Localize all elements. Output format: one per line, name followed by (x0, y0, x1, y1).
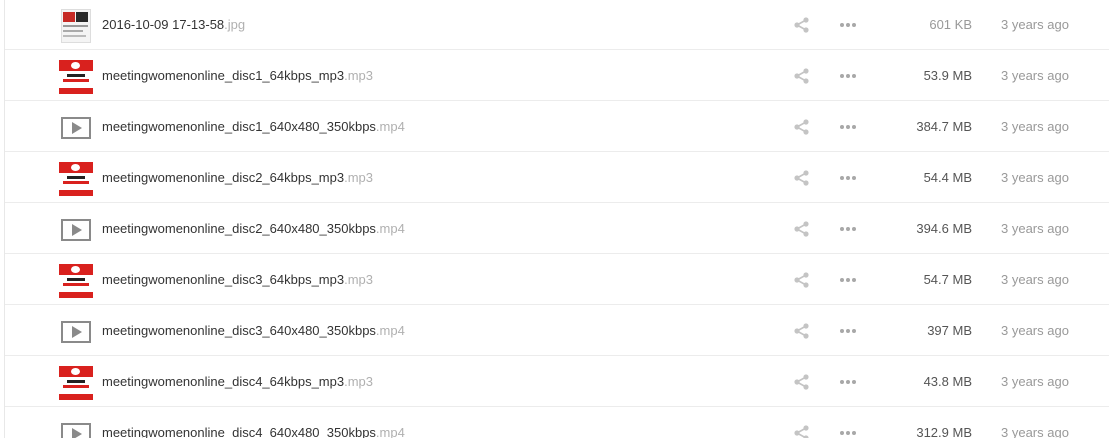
file-modified-time: 3 years ago (1001, 272, 1069, 287)
file-name: meetingwomenonline_disc1_640x480_350kbps (102, 119, 376, 134)
video-play-icon[interactable] (59, 315, 93, 349)
file-name-link[interactable]: meetingwomenonline_disc4_640x480_350kbps… (102, 408, 405, 438)
audio-cover-thumbnail[interactable] (59, 366, 93, 400)
more-options-icon[interactable] (838, 273, 858, 287)
more-options-icon[interactable] (838, 222, 858, 236)
file-name-link[interactable]: 2016-10-09 17-13-58.jpg (102, 0, 245, 50)
file-name-link[interactable]: meetingwomenonline_disc2_640x480_350kbps… (102, 204, 405, 254)
audio-cover-thumbnail[interactable] (59, 162, 93, 196)
file-row[interactable]: meetingwomenonline_disc4_640x480_350kbps… (5, 408, 1109, 438)
file-extension: .jpg (224, 17, 246, 32)
file-size: 394.6 MB (916, 221, 972, 236)
file-row[interactable]: meetingwomenonline_disc1_64kbps_mp3.mp3 5… (5, 51, 1109, 101)
video-play-icon[interactable] (59, 213, 93, 247)
file-row[interactable]: meetingwomenonline_disc1_640x480_350kbps… (5, 102, 1109, 152)
file-name: 2016-10-09 17-13-58 (102, 17, 225, 32)
audio-cover-thumbnail[interactable] (59, 60, 93, 94)
share-icon[interactable] (793, 119, 811, 135)
file-extension: .mp4 (375, 221, 405, 236)
file-size: 43.8 MB (923, 374, 972, 389)
file-extension: .mp4 (375, 323, 405, 338)
image-thumbnail[interactable] (59, 9, 93, 43)
audio-cover-thumbnail[interactable] (59, 264, 93, 298)
file-name-link[interactable]: meetingwomenonline_disc4_64kbps_mp3.mp3 (102, 357, 373, 407)
file-modified-time: 3 years ago (1001, 425, 1069, 438)
file-modified-time: 3 years ago (1001, 119, 1069, 134)
file-extension: .mp4 (375, 119, 405, 134)
file-size: 54.4 MB (923, 170, 972, 185)
file-modified-time: 3 years ago (1001, 170, 1069, 185)
file-name: meetingwomenonline_disc4_640x480_350kbps (102, 425, 376, 438)
file-extension: .mp3 (344, 68, 374, 83)
more-options-icon[interactable] (838, 18, 858, 32)
share-icon[interactable] (793, 425, 811, 438)
share-icon[interactable] (793, 170, 811, 186)
share-icon[interactable] (793, 374, 811, 390)
share-icon[interactable] (793, 221, 811, 237)
file-size: 384.7 MB (916, 119, 972, 134)
file-size: 312.9 MB (916, 425, 972, 438)
video-play-icon[interactable] (59, 111, 93, 145)
file-extension: .mp3 (344, 272, 374, 287)
video-play-icon[interactable] (59, 417, 93, 438)
file-list: 2016-10-09 17-13-58.jpg 601 KB 3 years ago… (4, 0, 1109, 438)
share-icon[interactable] (793, 323, 811, 339)
more-options-icon[interactable] (838, 375, 858, 389)
file-modified-time: 3 years ago (1001, 221, 1069, 236)
file-row[interactable]: meetingwomenonline_disc3_640x480_350kbps… (5, 306, 1109, 356)
file-row[interactable]: meetingwomenonline_disc2_64kbps_mp3.mp3 5… (5, 153, 1109, 203)
file-name-link[interactable]: meetingwomenonline_disc1_64kbps_mp3.mp3 (102, 51, 373, 101)
file-row[interactable]: meetingwomenonline_disc3_64kbps_mp3.mp3 5… (5, 255, 1109, 305)
file-row[interactable]: 2016-10-09 17-13-58.jpg 601 KB 3 years ago (5, 0, 1109, 50)
file-extension: .mp3 (344, 374, 374, 389)
file-size: 601 KB (929, 17, 972, 32)
file-extension: .mp3 (344, 170, 374, 185)
file-size: 397 MB (927, 323, 972, 338)
file-name: meetingwomenonline_disc2_640x480_350kbps (102, 221, 376, 236)
more-options-icon[interactable] (838, 324, 858, 338)
file-row[interactable]: meetingwomenonline_disc4_64kbps_mp3.mp3 4… (5, 357, 1109, 407)
file-name-link[interactable]: meetingwomenonline_disc3_64kbps_mp3.mp3 (102, 255, 373, 305)
file-size: 54.7 MB (923, 272, 972, 287)
file-name-link[interactable]: meetingwomenonline_disc1_640x480_350kbps… (102, 102, 405, 152)
more-options-icon[interactable] (838, 426, 858, 438)
file-modified-time: 3 years ago (1001, 68, 1069, 83)
file-name: meetingwomenonline_disc1_64kbps_mp3 (102, 68, 345, 83)
file-name: meetingwomenonline_disc4_64kbps_mp3 (102, 374, 345, 389)
more-options-icon[interactable] (838, 69, 858, 83)
file-extension: .mp4 (375, 425, 405, 438)
file-name: meetingwomenonline_disc3_64kbps_mp3 (102, 272, 345, 287)
file-name: meetingwomenonline_disc2_64kbps_mp3 (102, 170, 345, 185)
file-name-link[interactable]: meetingwomenonline_disc2_64kbps_mp3.mp3 (102, 153, 373, 203)
file-modified-time: 3 years ago (1001, 374, 1069, 389)
file-modified-time: 3 years ago (1001, 17, 1069, 32)
share-icon[interactable] (793, 17, 811, 33)
file-row[interactable]: meetingwomenonline_disc2_640x480_350kbps… (5, 204, 1109, 254)
file-name-link[interactable]: meetingwomenonline_disc3_640x480_350kbps… (102, 306, 405, 356)
share-icon[interactable] (793, 272, 811, 288)
more-options-icon[interactable] (838, 120, 858, 134)
file-modified-time: 3 years ago (1001, 323, 1069, 338)
share-icon[interactable] (793, 68, 811, 84)
more-options-icon[interactable] (838, 171, 858, 185)
file-name: meetingwomenonline_disc3_640x480_350kbps (102, 323, 376, 338)
file-size: 53.9 MB (923, 68, 972, 83)
